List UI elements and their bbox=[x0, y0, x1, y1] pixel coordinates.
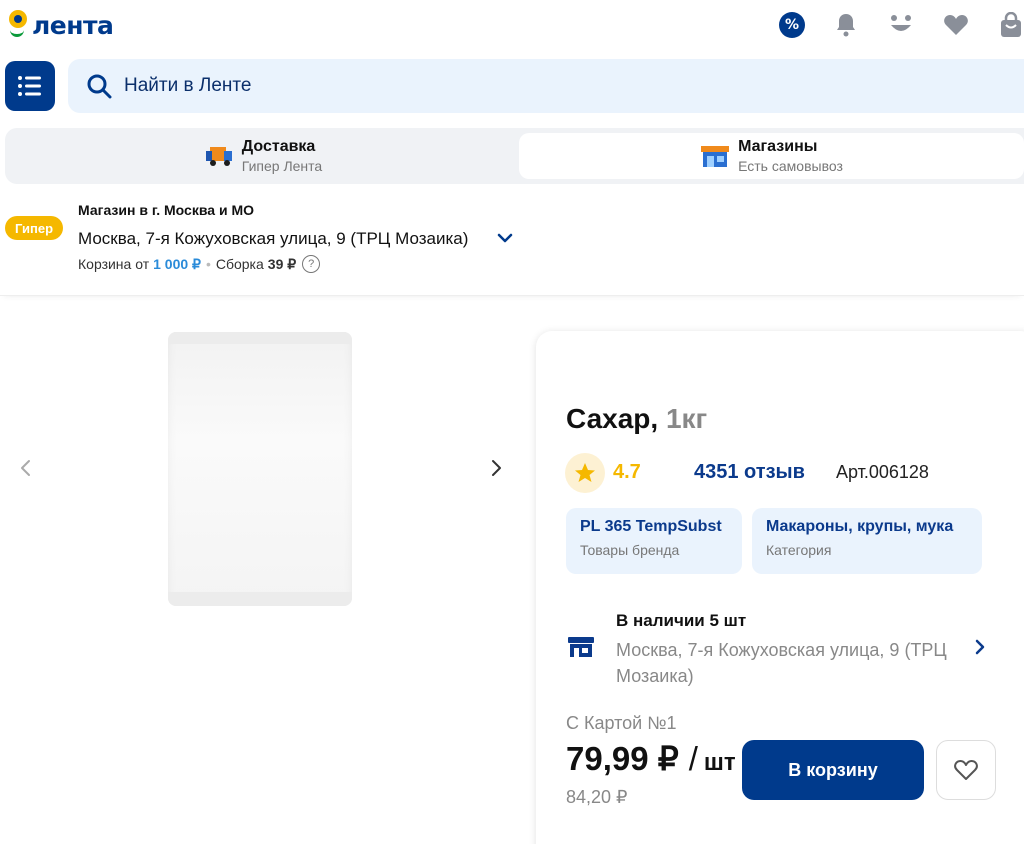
price-slash: / bbox=[688, 740, 698, 777]
list-icon bbox=[18, 76, 41, 96]
brand-chip-subtitle: Товары бренда bbox=[580, 542, 680, 558]
search-input[interactable] bbox=[124, 75, 724, 97]
store-city: Магазин в г. Москва и МО bbox=[78, 202, 254, 218]
product-title: Сахар, 1кг bbox=[566, 403, 707, 435]
chevron-left-icon[interactable] bbox=[14, 456, 38, 480]
chevron-right-icon[interactable] bbox=[484, 456, 508, 480]
stock-availability[interactable]: В наличии 5 шт Москва, 7-я Кожуховская у… bbox=[566, 609, 996, 689]
store-selector: Гипер Магазин в г. Москва и МО Москва, 7… bbox=[0, 184, 1024, 296]
price-unit: шт bbox=[703, 749, 736, 776]
heart-icon[interactable] bbox=[941, 10, 971, 40]
loyalty-card-label: С Картой №1 bbox=[566, 713, 677, 733]
truck-icon bbox=[205, 147, 232, 166]
store-front-icon bbox=[568, 637, 594, 657]
mode-stores-title: Магазины bbox=[738, 138, 818, 155]
search-icon bbox=[87, 74, 112, 99]
product-weight: 1кг bbox=[665, 403, 708, 434]
meta-separator: • bbox=[205, 256, 211, 272]
assembly-value: 39 ₽ bbox=[267, 255, 297, 272]
help-icon[interactable]: ? bbox=[302, 255, 321, 273]
reviews-link[interactable]: 4351 отзыв bbox=[694, 461, 805, 484]
top-header: лента % bbox=[0, 0, 1024, 54]
assembly-label: Сборка bbox=[215, 256, 264, 272]
store-icon bbox=[701, 146, 730, 167]
price-value: 79,99 ₽ bbox=[566, 740, 679, 777]
stock-address: Москва, 7-я Кожуховская улица, 9 (ТРЦ Мо… bbox=[616, 640, 947, 686]
mode-delivery-tab[interactable]: Доставка Гипер Лента bbox=[13, 133, 513, 179]
price: 79,99 ₽ / шт bbox=[566, 739, 736, 778]
product-name: Сахар, bbox=[566, 403, 659, 434]
add-to-cart-button[interactable]: В корзину bbox=[742, 740, 924, 800]
category-chip-subtitle: Категория bbox=[766, 542, 832, 558]
promo-symbol: % bbox=[779, 12, 805, 38]
product-card: Сахар, 1кг 4.7 4351 отзыв Арт.006128 PL … bbox=[536, 331, 1024, 844]
old-price: 84,20 ₽ bbox=[566, 787, 628, 807]
smile-icon[interactable] bbox=[886, 10, 916, 40]
stock-title: В наличии 5 шт bbox=[616, 611, 747, 630]
percent-icon[interactable]: % bbox=[777, 10, 807, 40]
flower-logo-icon bbox=[6, 10, 30, 40]
mode-delivery-subtitle: Гипер Лента bbox=[241, 158, 323, 174]
category-chip-title: Макароны, крупы, мука bbox=[766, 518, 954, 535]
lenta-logo[interactable]: лента bbox=[6, 10, 114, 40]
bell-icon[interactable] bbox=[831, 10, 861, 40]
cart-min-label: Корзина от bbox=[78, 256, 150, 272]
brand-chip[interactable]: PL 365 TempSubst Товары бренда bbox=[566, 508, 742, 574]
bag-icon[interactable] bbox=[996, 10, 1024, 40]
catalog-menu-button[interactable] bbox=[5, 61, 55, 111]
heart-outline-icon bbox=[954, 760, 978, 780]
logo-text: лента bbox=[32, 10, 114, 40]
chevron-right-icon bbox=[975, 639, 985, 655]
chevron-down-icon[interactable] bbox=[495, 228, 515, 248]
mode-stores-tab[interactable]: Магазины Есть самовывоз bbox=[519, 133, 1024, 179]
product-image bbox=[168, 332, 352, 606]
article-number: Арт.006128 bbox=[836, 462, 929, 482]
rating-value: 4.7 bbox=[613, 461, 641, 483]
delivery-mode-switch: Доставка Гипер Лента Магазины Есть самов… bbox=[5, 128, 1024, 184]
brand-chip-title: PL 365 TempSubst bbox=[580, 518, 722, 535]
cart-min-value: 1 000 ₽ bbox=[153, 255, 201, 272]
search-bar[interactable] bbox=[68, 59, 1024, 113]
store-meta: Корзина от 1 000 ₽ • Сборка 39 ₽ ? bbox=[78, 255, 321, 273]
store-address[interactable]: Москва, 7-я Кожуховская улица, 9 (ТРЦ Мо… bbox=[78, 229, 468, 249]
mode-delivery-title: Доставка bbox=[241, 138, 316, 155]
store-type-badge: Гипер bbox=[5, 216, 64, 240]
favorite-button[interactable] bbox=[936, 740, 996, 800]
category-chip[interactable]: Макароны, крупы, мука Категория bbox=[752, 508, 982, 574]
mode-stores-subtitle: Есть самовывоз bbox=[738, 158, 843, 174]
star-icon bbox=[565, 453, 605, 493]
